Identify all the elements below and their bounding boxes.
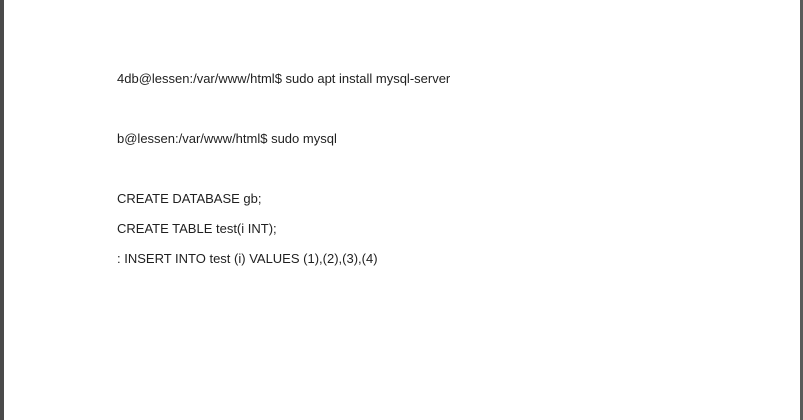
document-page: 4db@lessen:/var/www/html$ sudo apt insta… bbox=[4, 0, 800, 420]
sql-create-database: CREATE DATABASE gb; bbox=[117, 191, 262, 206]
document-viewport: 4db@lessen:/var/www/html$ sudo apt insta… bbox=[0, 0, 803, 420]
terminal-command-mysql: b@lessen:/var/www/html$ sudo mysql bbox=[117, 131, 337, 146]
sql-create-table: CREATE TABLE test(i INT); bbox=[117, 221, 277, 236]
sql-insert-values: : INSERT INTO test (i) VALUES (1),(2),(3… bbox=[117, 251, 378, 266]
terminal-command-install: 4db@lessen:/var/www/html$ sudo apt insta… bbox=[117, 71, 451, 86]
